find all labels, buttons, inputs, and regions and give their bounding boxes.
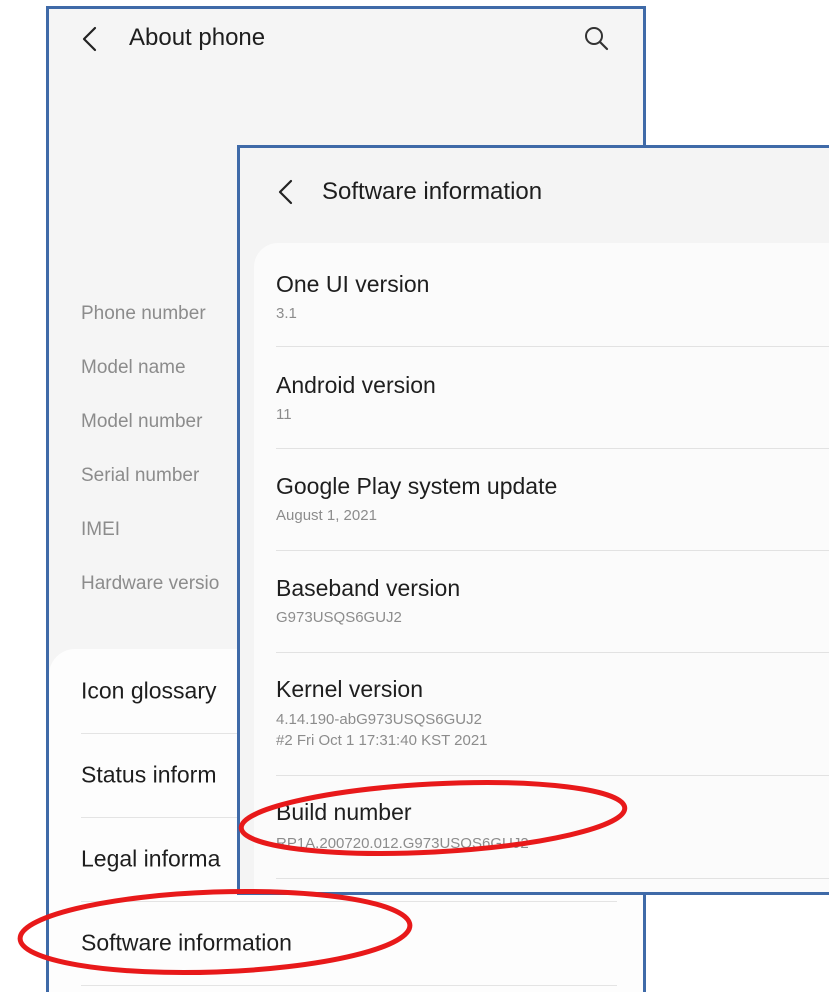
model-number-label: Model number (81, 411, 203, 432)
item-title: Kernel version (276, 676, 424, 702)
item-title: Build number (276, 799, 412, 825)
chevron-left-icon[interactable] (276, 178, 296, 206)
kernel-version-item[interactable]: Kernel version 4.14.190-abG973USQS6GUJ2 … (276, 652, 829, 776)
software-information-screen: Software information One UI version 3.1 … (237, 145, 829, 895)
about-phone-header: About phone (49, 9, 643, 73)
device-info-list: Phone number Model name Model number Ser… (81, 303, 219, 627)
item-value: August 1, 2021 (276, 507, 377, 524)
search-icon[interactable] (583, 25, 609, 51)
menu-item-software-information[interactable]: Software information (81, 901, 617, 986)
item-title: Android version (276, 372, 436, 398)
phone-number-label: Phone number (81, 303, 206, 324)
chevron-left-icon[interactable] (79, 25, 101, 53)
menu-item-label: Icon glossary (81, 677, 217, 704)
software-info-card: One UI version 3.1 Android version 11 Go… (254, 243, 829, 892)
menu-item-label: Legal informa (81, 845, 221, 872)
screenshot-canvas: About phone Phone number Model name Mode… (0, 0, 829, 992)
hardware-version-label: Hardware versio (81, 573, 220, 594)
item-value: 3.1 (276, 305, 297, 322)
page-title: About phone (129, 24, 266, 51)
imei-label: IMEI (81, 519, 121, 540)
menu-item-label: Software information (81, 929, 292, 956)
build-number-item[interactable]: Build number RP1A.200720.012.G973USQS6GU… (276, 775, 829, 879)
item-value: G973USQS6GUJ2 (276, 609, 402, 626)
item-value: RP1A.200720.012.G973USQS6GUJ2 (276, 835, 529, 852)
one-ui-version-item[interactable]: One UI version 3.1 (276, 243, 829, 347)
item-value: 11 (276, 406, 292, 423)
item-title: Google Play system update (276, 473, 558, 499)
google-play-system-update-item[interactable]: Google Play system update August 1, 2021 (276, 448, 829, 551)
item-value-line-2: #2 Fri Oct 1 17:31:40 KST 2021 (276, 732, 488, 749)
item-value: 4.14.190-abG973USQS6GUJ2 (276, 711, 482, 728)
item-title: Baseband version (276, 575, 461, 601)
serial-number-label: Serial number (81, 465, 200, 486)
menu-item-label: Status inform (81, 761, 217, 788)
item-title: One UI version (276, 271, 430, 297)
android-version-item[interactable]: Android version 11 (276, 346, 829, 449)
page-title: Software information (322, 178, 543, 205)
model-name-label: Model name (81, 357, 186, 378)
baseband-version-item[interactable]: Baseband version G973USQS6GUJ2 (276, 550, 829, 653)
